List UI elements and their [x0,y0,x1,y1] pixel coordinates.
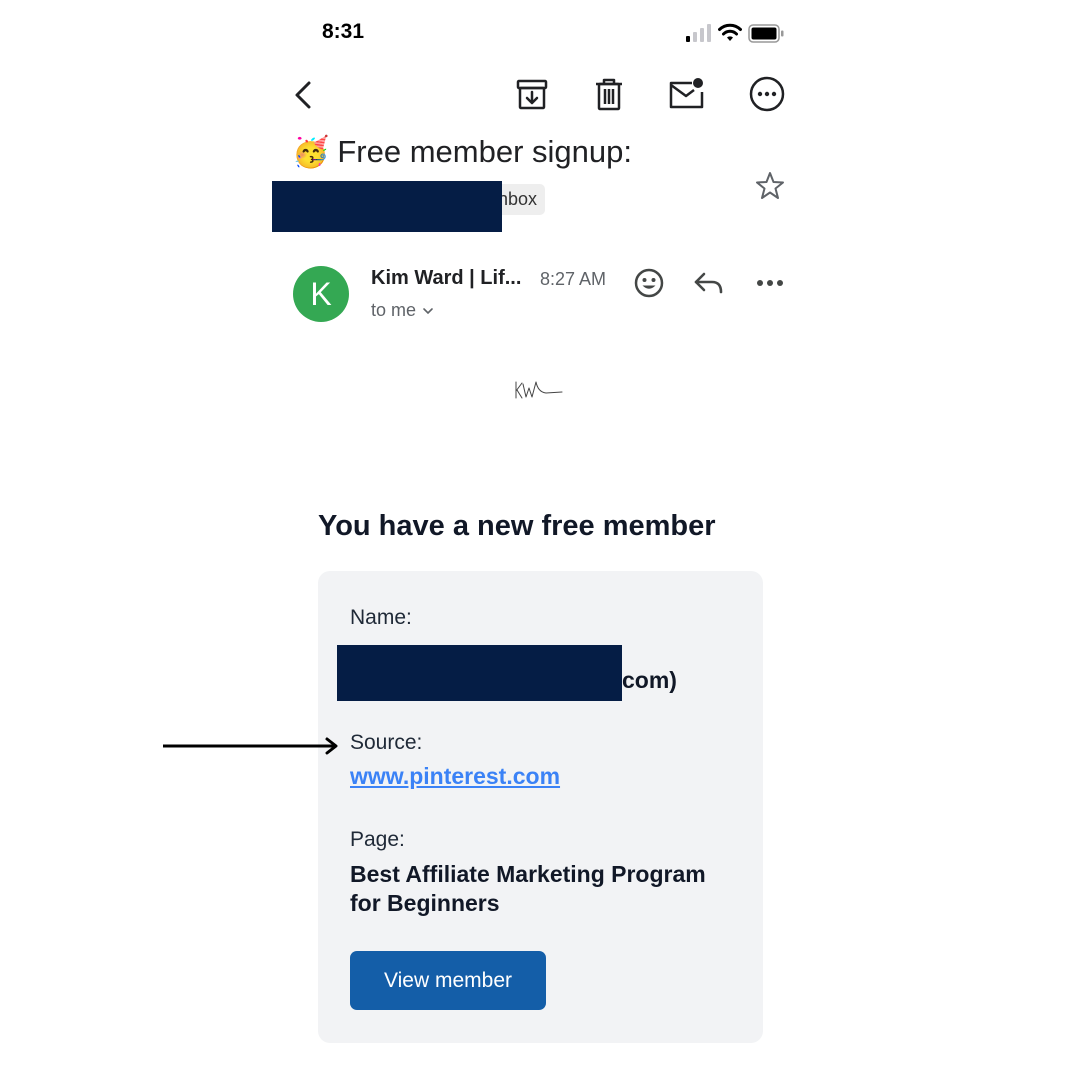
wifi-icon [718,23,742,41]
archive-icon[interactable] [512,74,552,114]
subject-text: Free member signup: [337,134,632,169]
source-link[interactable]: www.pinterest.com [350,763,560,790]
reply-icon[interactable] [692,268,726,298]
signal-icon [686,24,711,42]
page-label: Page: [350,828,405,851]
redaction-block [272,181,502,232]
name-value-visible: com) [622,667,677,693]
kw-signature-logo [515,381,563,399]
avatar[interactable]: K [293,266,349,322]
star-outline-icon[interactable] [752,168,788,204]
name-label: Name: [350,606,412,629]
redaction-block [337,645,622,701]
recipient-text: to me [371,300,417,320]
mark-unread-icon[interactable] [666,74,706,114]
chevron-down-icon [423,307,433,314]
status-time: 8:31 [322,20,365,43]
more-options-icon[interactable] [747,74,787,114]
add-reaction-icon[interactable] [632,266,666,300]
trash-icon[interactable] [589,74,629,114]
sender-name[interactable]: Kim Ward | Lif... [371,267,521,290]
email-subject: 🥳 Free member signup: [292,134,632,170]
source-label: Source: [350,731,423,754]
annotation-arrow-icon [163,737,338,755]
headline: You have a new free member [318,510,716,542]
sent-time: 8:27 AM [540,269,607,289]
recipient-details-toggle[interactable]: to me [371,300,434,321]
email-screen: 8:31 🥳 Free member signup: nbox K Kim Wa… [0,0,1080,1080]
back-arrow-icon[interactable] [287,75,327,115]
message-more-icon[interactable] [755,272,785,294]
battery-icon [748,24,784,43]
party-emoji-icon: 🥳 [292,135,330,169]
view-member-button[interactable]: View member [350,951,546,1010]
page-value: Best Affiliate Marketing Program for Beg… [350,861,706,916]
